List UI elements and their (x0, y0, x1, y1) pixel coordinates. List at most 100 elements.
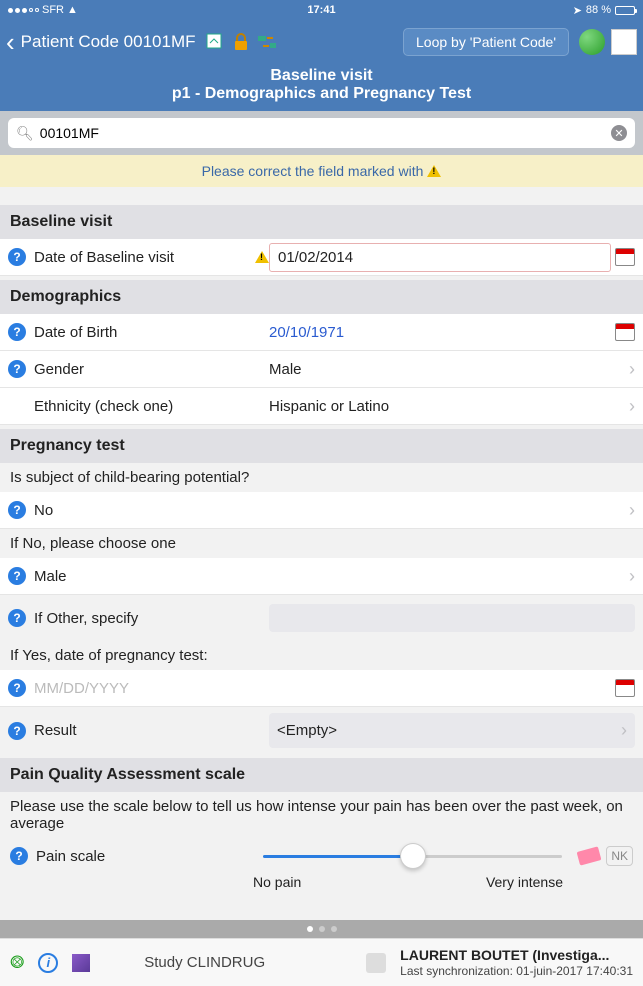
help-icon[interactable]: ? (10, 847, 28, 865)
sync-time: Last synchronization: 01-juin-2017 17:40… (400, 964, 633, 980)
row-other: ? If Other, specify (0, 595, 643, 641)
ethnicity-label: Ethnicity (check one) (34, 398, 269, 415)
form-content: Baseline visit ? Date of Baseline visit … (0, 187, 643, 900)
row-gender[interactable]: ? Gender Male› (0, 351, 643, 388)
gender-label: Gender (34, 361, 269, 378)
user-name: LAURENT BOUTET (Investiga... (400, 946, 633, 964)
search-input[interactable] (40, 125, 611, 141)
warning-icon (427, 165, 441, 177)
pregnancy-date-input[interactable]: MM/DD/YYYY (34, 675, 611, 702)
transfer-icon[interactable] (258, 33, 276, 51)
row-childbearing[interactable]: ? No› (0, 492, 643, 529)
calendar-icon[interactable] (615, 679, 635, 697)
battery-pct: 88 % (586, 4, 611, 16)
section-baseline: Baseline visit (0, 187, 643, 239)
page-dot (319, 926, 325, 932)
row-pain-scale: ? Pain scale NK (0, 838, 643, 874)
ifno-select[interactable]: Male (34, 563, 625, 590)
pregnancy-q4: If Yes, date of pregnancy test: (0, 641, 643, 670)
study-name: Study CLINDRUG (144, 954, 265, 971)
calendar-icon[interactable] (615, 248, 635, 266)
dob-label: Date of Birth (34, 324, 269, 341)
sub-header-line1: Baseline visit (0, 67, 643, 85)
row-baseline-date: ? Date of Baseline visit (0, 239, 643, 276)
result-label: Result (34, 722, 269, 739)
edit-icon[interactable] (206, 33, 224, 51)
slider-max-label: Very intense (433, 874, 633, 890)
other-input[interactable] (269, 604, 635, 632)
nav-title[interactable]: Patient Code 00101MF (21, 32, 196, 52)
help-icon[interactable]: ? (8, 567, 26, 585)
section-pain: Pain Quality Assessment scale (0, 754, 643, 792)
pregnancy-q1: Is subject of child-bearing potential? (0, 463, 643, 492)
childbearing-select[interactable]: No (34, 497, 625, 524)
chevron-right-icon: › (629, 500, 635, 521)
warning-text: Please correct the field marked with (202, 163, 424, 179)
pain-instructions: Please use the scale below to tell us ho… (0, 792, 643, 838)
slider-thumb[interactable] (400, 843, 426, 869)
baseline-date-label: Date of Baseline visit (34, 249, 269, 266)
row-ethnicity[interactable]: ? Ethnicity (check one) Hispanic or Lati… (0, 388, 643, 425)
dob-input[interactable]: 20/10/1971 (269, 319, 611, 346)
chevron-right-icon: › (621, 720, 627, 741)
battery-icon (615, 6, 635, 15)
help-icon[interactable]: ? (8, 609, 26, 627)
result-select[interactable]: <Empty> (277, 717, 617, 744)
sub-header-line2: p1 - Demographics and Pregnancy Test (0, 85, 643, 103)
section-pregnancy: Pregnancy test (0, 425, 643, 463)
calendar-icon[interactable] (615, 323, 635, 341)
carrier: SFR (42, 4, 64, 16)
search-box[interactable]: 🔍︎ ✕ (8, 118, 635, 148)
info-icon[interactable]: i (38, 953, 58, 973)
slider-min-label: No pain (253, 874, 433, 890)
page-dot (331, 926, 337, 932)
clock: 17:41 (307, 4, 335, 16)
search-bar: 🔍︎ ✕ (0, 111, 643, 155)
section-demographics: Demographics (0, 276, 643, 314)
sub-header: Baseline visit p1 - Demographics and Pre… (0, 64, 643, 111)
globe-icon[interactable] (579, 29, 605, 55)
help-icon[interactable]: ? (8, 248, 26, 266)
row-result[interactable]: ? Result <Empty>› (0, 707, 643, 754)
package-icon[interactable] (72, 954, 90, 972)
chevron-right-icon: › (629, 359, 635, 380)
footer-bar: ⨷ i Study CLINDRUG LAURENT BOUTET (Inves… (0, 938, 643, 986)
row-ifno[interactable]: ? Male› (0, 558, 643, 595)
status-bar: SFR ▲ 17:41 ➤ 88 % (0, 0, 643, 20)
flag-icon[interactable] (611, 29, 637, 55)
eraser-icon[interactable] (577, 846, 602, 865)
nk-button[interactable]: NK (606, 846, 633, 866)
pregnancy-q2: If No, please choose one (0, 529, 643, 558)
chevron-right-icon: › (629, 566, 635, 587)
lock-icon[interactable] (232, 33, 250, 51)
slider-labels: No pain Very intense (0, 874, 643, 900)
ethnicity-select[interactable]: Hispanic or Latino (269, 393, 625, 420)
chevron-right-icon: › (629, 396, 635, 417)
help-icon[interactable]: ? (8, 323, 26, 341)
loop-button[interactable]: Loop by 'Patient Code' (403, 28, 569, 56)
help-icon[interactable]: ? (8, 360, 26, 378)
pain-scale-label: Pain scale (36, 848, 253, 865)
user-icon[interactable] (366, 953, 386, 973)
field-warning-icon (255, 251, 269, 263)
baseline-date-input[interactable] (269, 243, 611, 272)
warning-banner: Please correct the field marked with (0, 155, 643, 187)
clear-search-icon[interactable]: ✕ (611, 125, 627, 141)
row-dob: ? Date of Birth 20/10/1971 (0, 314, 643, 351)
page-dot (307, 926, 313, 932)
user-info: LAURENT BOUTET (Investiga... Last synchr… (400, 946, 633, 980)
page-indicator[interactable] (0, 920, 643, 938)
row-pregnancy-date: ? MM/DD/YYYY (0, 670, 643, 707)
help-icon[interactable]: ? (8, 679, 26, 697)
pain-slider[interactable] (263, 855, 562, 858)
help-icon[interactable]: ? (8, 501, 26, 519)
search-icon: 🔍︎ (16, 125, 34, 142)
help-icon[interactable]: ? (8, 722, 26, 740)
signal-dots (8, 8, 39, 13)
wifi-status-icon[interactable]: ⨷ (10, 952, 24, 973)
gender-select[interactable]: Male (269, 356, 625, 383)
location-icon: ➤ (573, 4, 582, 17)
back-chevron-icon[interactable]: ‹ (6, 27, 15, 58)
other-label: If Other, specify (34, 610, 269, 627)
wifi-icon: ▲ (67, 4, 78, 16)
